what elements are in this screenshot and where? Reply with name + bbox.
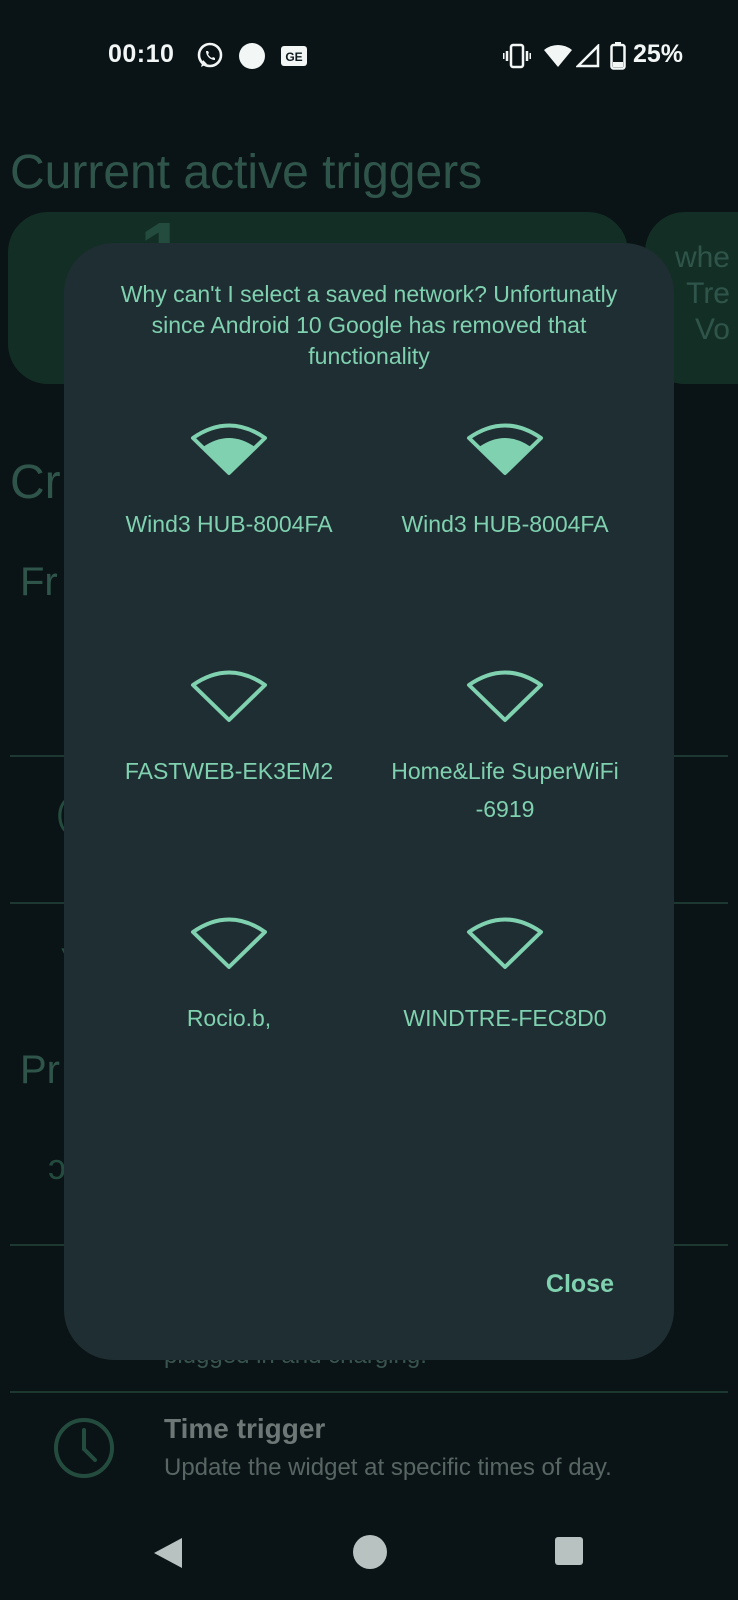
network-picker-dialog: Why can't I select a saved network? Unfo… xyxy=(64,243,674,1360)
circle-notification-icon xyxy=(238,42,266,75)
network-name: Rocio.b, xyxy=(186,1005,272,1031)
network-item[interactable]: FASTWEB-EK3EM2 xyxy=(104,666,354,790)
svg-text:GE: GE xyxy=(285,50,302,64)
status-bar: 00:10 GE 25% xyxy=(0,0,738,115)
network-item[interactable]: Wind3 HUB-8004FA xyxy=(104,419,354,543)
network-item[interactable]: Home&Life SuperWiFi-6919 xyxy=(380,666,630,828)
news-icon: GE xyxy=(280,45,308,72)
wifi-icon xyxy=(543,44,573,73)
network-name: Wind3 HUB-8004FA xyxy=(125,511,333,537)
dialog-message: Why can't I select a saved network? Unfo… xyxy=(120,281,618,369)
back-icon[interactable] xyxy=(152,1536,184,1575)
wifi-outline-icon xyxy=(380,913,630,971)
home-icon[interactable] xyxy=(352,1534,388,1575)
wifi-filled-icon xyxy=(380,419,630,477)
close-button[interactable]: Close xyxy=(546,1270,614,1299)
vibrate-icon xyxy=(502,43,532,74)
wifi-outline-icon xyxy=(104,666,354,724)
wifi-outline-icon xyxy=(380,666,630,724)
network-name: Wind3 HUB-8004FA xyxy=(401,511,609,537)
cell-signal-icon xyxy=(574,42,600,73)
battery-icon xyxy=(610,42,626,75)
network-name: Home&Life SuperWiFi-6919 xyxy=(391,758,619,822)
wifi-outline-icon xyxy=(104,913,354,971)
whatsapp-icon xyxy=(196,42,224,75)
navigation-bar xyxy=(0,1535,738,1600)
battery-percent: 25% xyxy=(633,40,684,68)
network-item[interactable]: Wind3 HUB-8004FA xyxy=(380,419,630,543)
network-item[interactable]: Rocio.b, xyxy=(104,913,354,1037)
network-name: FASTWEB-EK3EM2 xyxy=(124,758,334,784)
recents-icon[interactable] xyxy=(554,1536,584,1571)
screen: Current active triggers 1 whe Tre Vo Cr … xyxy=(0,0,738,1600)
network-name: WINDTRE-FEC8D0 xyxy=(403,1005,607,1031)
status-time: 00:10 xyxy=(108,40,175,68)
network-item[interactable]: WINDTRE-FEC8D0 xyxy=(380,913,630,1037)
wifi-filled-icon xyxy=(104,419,354,477)
